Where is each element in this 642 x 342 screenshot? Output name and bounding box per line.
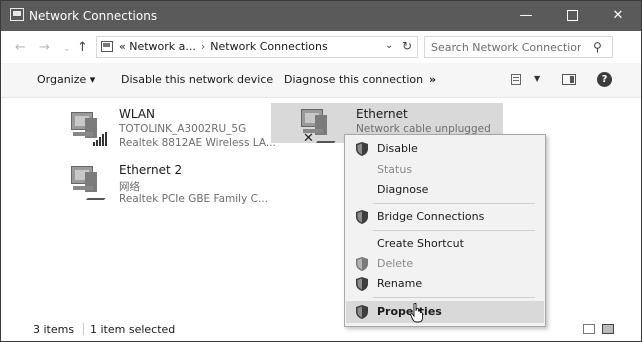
details-view-icon[interactable] bbox=[583, 324, 595, 334]
connection-name: Ethernet bbox=[356, 107, 408, 121]
connection-network: TOTOLINK_A3002RU_5G bbox=[119, 123, 247, 135]
minimize-button[interactable]: — bbox=[503, 1, 549, 31]
help-icon[interactable]: ? bbox=[597, 72, 612, 87]
menu-item-rename[interactable]: Rename bbox=[346, 273, 544, 295]
menu-item-label: Create Shortcut bbox=[377, 237, 464, 250]
address-bar[interactable]: « Network a... › Network Connections ⌄ ↻ bbox=[96, 36, 418, 58]
control-panel-icon bbox=[101, 41, 113, 52]
network-connections-app-icon bbox=[10, 8, 24, 21]
menu-separator bbox=[373, 297, 535, 298]
connection-item-wlan[interactable]: WLAN TOTOLINK_A3002RU_5G Realtek 8812AE … bbox=[61, 106, 276, 156]
connection-name: WLAN bbox=[119, 107, 156, 121]
disable-device-button[interactable]: Disable this network device bbox=[121, 73, 273, 86]
window-title: Network Connections bbox=[29, 9, 158, 23]
hand-cursor-icon bbox=[410, 303, 423, 323]
up-arrow-icon[interactable]: ↑ bbox=[77, 40, 88, 55]
view-options-dropdown-icon[interactable]: ▼ bbox=[534, 74, 540, 83]
menu-separator bbox=[373, 203, 535, 204]
menu-item-diagnose[interactable]: Diagnose bbox=[346, 179, 544, 201]
search-box[interactable]: ⚲ bbox=[424, 36, 613, 58]
maximize-icon bbox=[566, 10, 578, 21]
breadcrumb-overflow[interactable]: « bbox=[119, 40, 126, 53]
address-dropdown-icon[interactable]: ⌄ bbox=[385, 40, 393, 51]
menu-item-label: Rename bbox=[377, 277, 423, 290]
connection-item-ethernet-2[interactable]: Ethernet 2 网络 Realtek PCIe GBE Family C.… bbox=[61, 160, 268, 210]
search-input[interactable] bbox=[431, 39, 581, 55]
command-bar: Organize ▾ Disable this network device D… bbox=[1, 63, 641, 98]
back-arrow-icon[interactable]: ← bbox=[15, 40, 26, 55]
menu-separator bbox=[373, 230, 535, 231]
status-divider bbox=[83, 323, 84, 335]
refresh-icon[interactable]: ↻ bbox=[402, 39, 412, 53]
uac-shield-icon bbox=[356, 142, 368, 156]
breadcrumb-network-connections[interactable]: Network Connections bbox=[210, 40, 327, 53]
breadcrumb-network-and-sharing[interactable]: Network a... bbox=[129, 40, 196, 53]
ethernet-network-icon: ✕ bbox=[297, 107, 345, 146]
uac-shield-icon bbox=[356, 305, 368, 319]
context-menu: Disable Status Diagnose Bridge Connectio… bbox=[344, 134, 546, 327]
menu-item-status[interactable]: Status bbox=[346, 159, 544, 181]
breadcrumb-separator: › bbox=[200, 40, 206, 53]
recent-locations-chevron-icon[interactable]: ⌄ bbox=[63, 44, 71, 54]
disconnected-x-icon: ✕ bbox=[303, 131, 314, 146]
connection-name: Ethernet 2 bbox=[119, 163, 183, 177]
menu-item-disable[interactable]: Disable bbox=[346, 138, 544, 160]
address-row: ← → ⌄ ↑ « Network a... › Network Connectio… bbox=[1, 31, 641, 63]
menu-item-label: Status bbox=[377, 163, 413, 176]
uac-shield-icon bbox=[356, 210, 368, 224]
organize-menu-button[interactable]: Organize ▾ bbox=[37, 73, 95, 86]
menu-item-delete[interactable]: Delete bbox=[346, 253, 544, 275]
menu-item-label: Delete bbox=[377, 257, 414, 270]
close-button[interactable]: ✕ bbox=[595, 1, 641, 31]
uac-shield-icon bbox=[356, 257, 368, 271]
menu-item-create-shortcut[interactable]: Create Shortcut bbox=[346, 233, 544, 255]
menu-item-label: Bridge Connections bbox=[377, 210, 485, 223]
title-bar: Network Connections — ✕ bbox=[1, 1, 641, 31]
preview-pane-icon[interactable] bbox=[562, 74, 576, 85]
tiles-view-icon[interactable] bbox=[602, 324, 614, 334]
connection-adapter: Realtek 8812AE Wireless LA... bbox=[119, 137, 276, 149]
maximize-button[interactable] bbox=[549, 1, 595, 31]
connection-adapter: Realtek PCIe GBE Family C... bbox=[119, 193, 268, 205]
breadcrumb: « Network a... › Network Connections bbox=[119, 40, 328, 53]
menu-item-bridge-connections[interactable]: Bridge Connections bbox=[346, 206, 544, 228]
item-count: 3 items bbox=[33, 323, 75, 336]
menu-item-properties[interactable]: Properties bbox=[346, 301, 544, 323]
change-view-icon[interactable] bbox=[511, 74, 521, 85]
wireless-network-icon bbox=[67, 110, 109, 148]
ethernet-network-icon bbox=[67, 164, 115, 202]
search-icon[interactable]: ⚲ bbox=[593, 40, 602, 54]
connection-network: 网络 bbox=[119, 181, 140, 193]
menu-item-label: Diagnose bbox=[377, 183, 429, 196]
selection-count: 1 item selected bbox=[90, 323, 176, 336]
forward-arrow-icon[interactable]: → bbox=[39, 40, 50, 55]
menu-item-label: Disable bbox=[377, 142, 418, 155]
more-commands-button[interactable]: » bbox=[429, 73, 436, 86]
diagnose-connection-button[interactable]: Diagnose this connection bbox=[284, 73, 423, 86]
uac-shield-icon bbox=[356, 277, 368, 291]
